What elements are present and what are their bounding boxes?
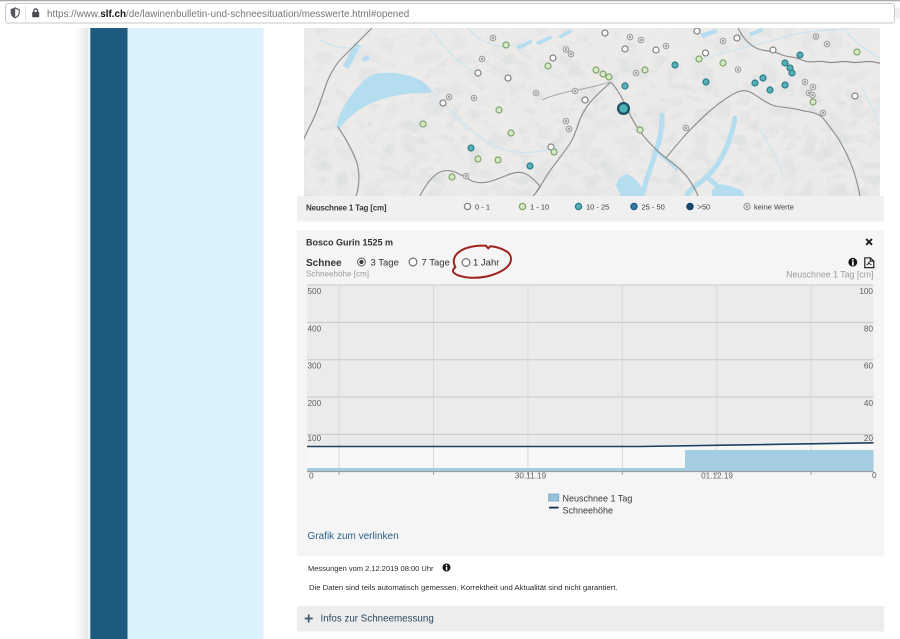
svg-text:1 - 10: 1 - 10 (530, 203, 549, 212)
svg-text:https://www.slf.ch/de/lawinenb: https://www.slf.ch/de/lawinenbulletin-un… (47, 9, 409, 20)
svg-text:60: 60 (864, 362, 874, 371)
svg-text:25 - 50: 25 - 50 (642, 203, 665, 212)
svg-text:300: 300 (308, 362, 322, 371)
svg-text:Schnee: Schnee (306, 258, 342, 269)
svg-text:keine Werte: keine Werte (754, 203, 794, 212)
svg-text:Neuschnee 1 Tag [cm]: Neuschnee 1 Tag [cm] (786, 270, 873, 280)
svg-text:Die Daten sind teils automatis: Die Daten sind teils automatisch gemesse… (309, 583, 618, 592)
svg-text:Schneehöhe [cm]: Schneehöhe [cm] (306, 270, 369, 279)
svg-text:40: 40 (864, 399, 874, 408)
svg-text:Neuschnee 1 Tag: Neuschnee 1 Tag (563, 493, 633, 503)
svg-text:100: 100 (859, 287, 873, 296)
svg-text:0: 0 (309, 472, 314, 481)
svg-text:0: 0 (872, 471, 877, 480)
svg-text:80: 80 (864, 324, 874, 333)
svg-text:Messungen vom 2.12.2019 08:00: Messungen vom 2.12.2019 08:00 Uhr (308, 564, 434, 573)
svg-text:200: 200 (308, 399, 322, 408)
svg-text:100: 100 (308, 434, 322, 443)
svg-text:Grafik zum verlinken: Grafik zum verlinken (308, 531, 399, 542)
svg-text:7 Tage: 7 Tage (422, 258, 450, 269)
svg-text:1 Jahr: 1 Jahr (473, 258, 499, 269)
svg-text:01.12.19: 01.12.19 (701, 472, 733, 481)
svg-text:10 - 25: 10 - 25 (586, 203, 609, 212)
svg-text:Infos zur Schneemessung: Infos zur Schneemessung (321, 614, 434, 625)
svg-text:>50: >50 (698, 203, 711, 212)
svg-text:Bosco Gurin 1525 m: Bosco Gurin 1525 m (306, 238, 393, 248)
svg-text:0 - 1: 0 - 1 (475, 203, 490, 212)
svg-text:3 Tage: 3 Tage (371, 258, 399, 269)
svg-text:30.11.19: 30.11.19 (515, 472, 547, 481)
svg-text:Neuschnee 1 Tag [cm]: Neuschnee 1 Tag [cm] (306, 204, 387, 213)
svg-text:500: 500 (308, 287, 322, 296)
svg-text:400: 400 (308, 324, 322, 333)
svg-text:Schneehöhe: Schneehöhe (563, 505, 614, 515)
svg-text:20: 20 (864, 434, 874, 443)
